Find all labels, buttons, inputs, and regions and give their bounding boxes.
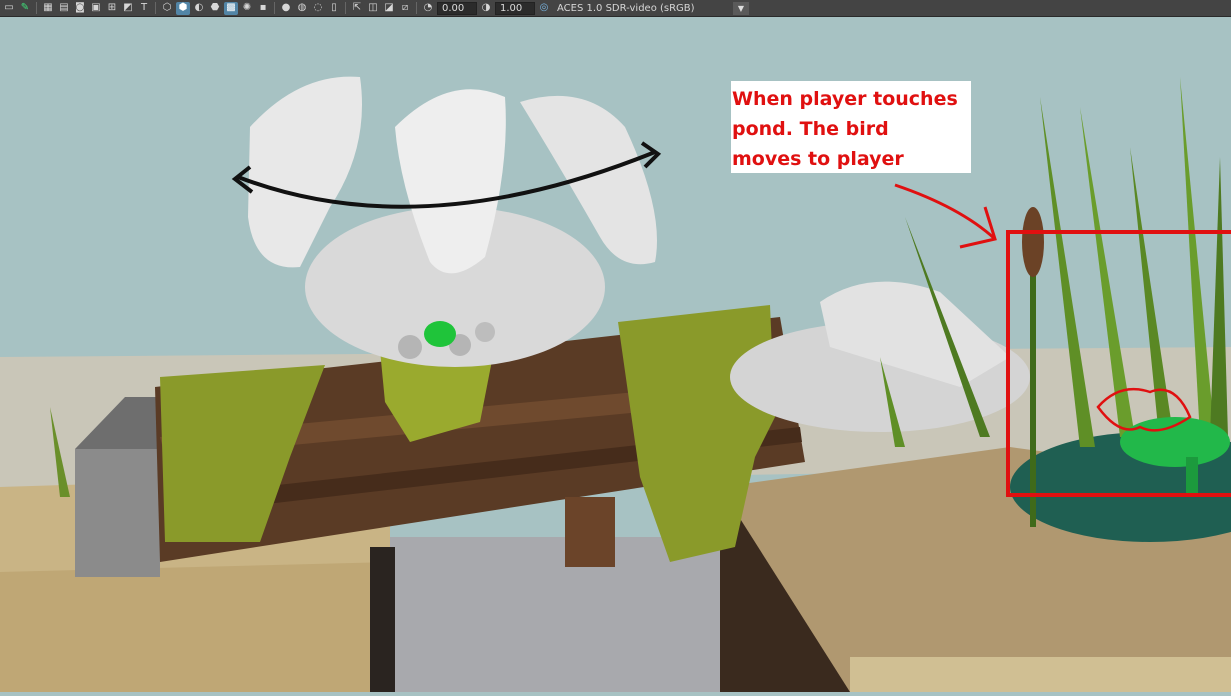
textured-icon[interactable]: ⬣ (208, 2, 222, 15)
annotation-line: When player touches (732, 88, 958, 110)
exposure-icon[interactable]: ◔ (421, 2, 435, 15)
exposure-field[interactable]: 0.00 (437, 1, 477, 15)
scene-render (0, 17, 1231, 692)
annotation-line: pond. The bird (732, 118, 889, 140)
anti-alias-icon[interactable]: ◌ (311, 2, 325, 15)
3d-viewport[interactable]: When player touches pond. The bird moves… (0, 17, 1231, 692)
pencil-icon[interactable]: ✎ (18, 2, 32, 15)
camera-icon[interactable]: ◙ (73, 2, 87, 15)
viewport-toolbar: ▭ ✎ ▦ ▤ ◙ ▣ ⊞ ◩ T ⬡ ⬢ ◐ ⬣ ▩ ✺ ▪ ● ◍ ◌ ▯ … (0, 0, 1231, 17)
film-gate-icon[interactable]: ▤ (57, 2, 71, 15)
dropdown-icon[interactable]: ▼ (733, 1, 749, 15)
smooth-shade-icon[interactable]: ⬢ (176, 1, 190, 15)
light-icon[interactable]: ✺ (240, 2, 254, 15)
safe-area-icon[interactable]: ⊞ (105, 2, 119, 15)
motion-blur-icon[interactable]: ◍ (295, 2, 309, 15)
shaded-icon[interactable]: ◐ (192, 2, 206, 15)
text-icon[interactable]: T (137, 2, 151, 15)
wireframe-icon[interactable]: ⬡ (160, 2, 174, 15)
ambient-occlusion-icon[interactable]: ● (279, 2, 293, 15)
toolbar-separator (155, 2, 156, 14)
backface-icon[interactable]: ◫ (366, 2, 380, 15)
toolbar-separator (274, 2, 275, 14)
grid-icon[interactable]: ▦ (41, 2, 55, 15)
xray-icon[interactable]: ▩ (224, 1, 238, 15)
gamma-field[interactable]: 1.00 (495, 1, 535, 15)
color-management-icon[interactable]: ◎ (537, 2, 551, 15)
color-space-label: ACES 1.0 SDR-video (sRGB) (557, 2, 695, 14)
toolbar-separator (416, 2, 417, 14)
resolution-gate-icon[interactable]: ▣ (89, 2, 103, 15)
hud-icon[interactable]: ⧄ (398, 2, 412, 15)
gamma-icon[interactable]: ◑ (479, 2, 493, 15)
image-plane-icon[interactable]: ◩ (121, 2, 135, 15)
shadow-icon[interactable]: ▪ (256, 2, 270, 15)
select-icon[interactable]: ▭ (2, 2, 16, 15)
annotation-note: When player touches pond. The bird moves… (731, 81, 971, 173)
xray-joints-icon[interactable]: ⇱ (350, 2, 364, 15)
isolate-icon[interactable]: ▯ (327, 2, 341, 15)
toolbar-separator (36, 2, 37, 14)
annotation-line: moves to player (732, 148, 904, 170)
ui-layout-icon[interactable]: ◪ (382, 2, 396, 15)
toolbar-separator (345, 2, 346, 14)
